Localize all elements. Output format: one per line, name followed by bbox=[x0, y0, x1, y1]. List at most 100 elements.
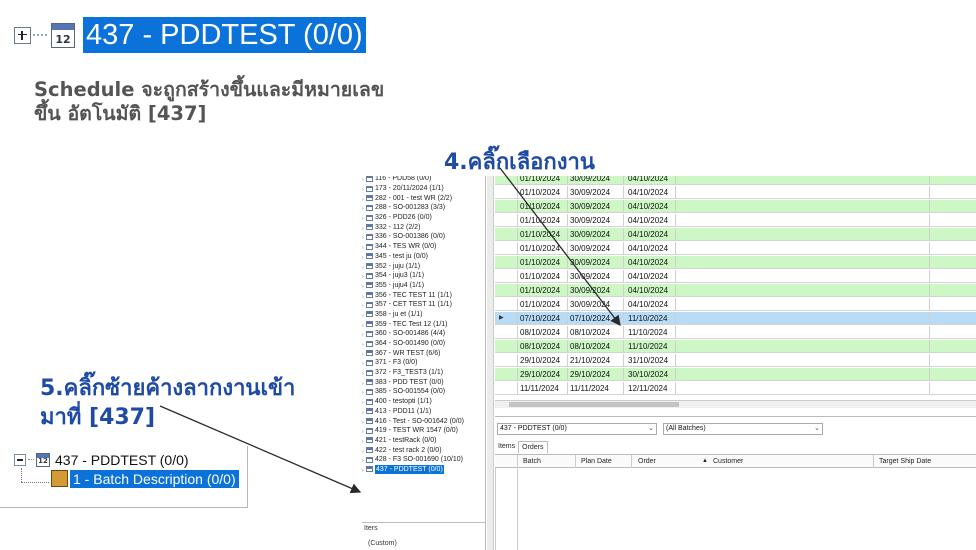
tree-item[interactable]: › 336 - SO-001386 (0/0) bbox=[362, 232, 485, 242]
schedule-node-label[interactable]: 437 - PDDTEST (0/0) bbox=[83, 17, 366, 53]
expand-icon[interactable]: › bbox=[362, 389, 365, 396]
grid-row[interactable]: 01/10/2024 30/09/2024 04/10/2024 bbox=[495, 256, 976, 269]
tree-item[interactable]: › 345 - test ju (0/0) bbox=[362, 252, 485, 262]
tab-orders[interactable]: Orders bbox=[518, 441, 548, 453]
grid-row[interactable]: 01/10/2024 30/09/2024 04/10/2024 bbox=[495, 298, 976, 311]
tree-item[interactable]: › 332 - 112 (2/2) bbox=[362, 222, 485, 232]
expand-icon[interactable]: › bbox=[362, 273, 365, 280]
tree-item[interactable]: › 428 - F3 SO-001690 (10/10) bbox=[362, 455, 485, 465]
expand-icon[interactable]: › bbox=[362, 196, 365, 203]
grid-row[interactable]: 01/10/2024 30/09/2024 04/10/2024 bbox=[495, 228, 976, 241]
calendar-icon: 12 bbox=[36, 452, 50, 467]
tree-item[interactable]: › 344 - TES WR (0/0) bbox=[362, 242, 485, 252]
expand-icon[interactable]: › bbox=[362, 322, 365, 329]
tree-item[interactable]: › 288 - SO-001283 (3/3) bbox=[362, 203, 485, 213]
col-target-ship-date[interactable]: Target Ship Date bbox=[879, 455, 931, 468]
schedule-tree[interactable]: › 116 - PDD58 (0/0) › 173 - 20/11/2024 (1/1… bbox=[362, 176, 486, 522]
grid-row[interactable]: 11/11/2024 11/11/2024 12/11/2024 bbox=[495, 382, 976, 395]
expand-icon[interactable]: › bbox=[362, 370, 365, 377]
tree-item[interactable]: › 385 - SO-001554 (0/0) bbox=[362, 387, 485, 397]
horizontal-scrollbar[interactable] bbox=[495, 400, 976, 408]
col-batch[interactable]: Batch bbox=[523, 455, 541, 468]
col-order[interactable]: Order bbox=[638, 455, 656, 468]
tree-item[interactable]: › 360 - SO-001486 (4/4) bbox=[362, 329, 485, 339]
tree-item[interactable]: › 357 - CET TEST 11 (1/1) bbox=[362, 300, 485, 310]
schedule-select[interactable]: 437 - PDDTEST (0/0) ⌄ bbox=[497, 423, 657, 435]
tree-item[interactable]: › 326 - PDD26 (0/0) bbox=[362, 213, 485, 223]
col-plan-date[interactable]: Plan Date bbox=[581, 455, 612, 468]
grid-row[interactable]: 08/10/2024 08/10/2024 11/10/2024 bbox=[495, 326, 976, 339]
sort-asc-icon: ▲ bbox=[702, 458, 708, 464]
grid-row[interactable]: 01/10/2024 30/09/2024 04/10/2024 bbox=[495, 200, 976, 213]
tree-item[interactable]: › 116 - PDD58 (0/0) bbox=[362, 176, 485, 184]
batch-select[interactable]: (All Batches) ⌄ bbox=[663, 423, 823, 435]
tree-item[interactable]: › 437 - PDDTEST (0/0) bbox=[362, 464, 485, 475]
expand-icon[interactable]: › bbox=[362, 360, 365, 367]
expand-icon[interactable]: › bbox=[362, 351, 365, 358]
result-schedule-node[interactable]: 12 437 - PDDTEST (0/0) bbox=[14, 451, 189, 468]
grid-row[interactable]: 01/10/2024 30/09/2024 04/10/2024 bbox=[495, 214, 976, 227]
tree-item[interactable]: › 354 - juju3 (1/1) bbox=[362, 271, 485, 281]
expand-icon[interactable]: › bbox=[362, 254, 365, 261]
expand-icon[interactable]: › bbox=[362, 264, 365, 271]
collapse-minus-icon[interactable] bbox=[14, 453, 26, 466]
expand-icon[interactable]: › bbox=[362, 457, 365, 464]
expand-icon[interactable]: › bbox=[362, 283, 365, 290]
tree-item[interactable]: › 371 - F3 (0/0) bbox=[362, 358, 485, 368]
expand-icon[interactable]: › bbox=[362, 438, 365, 445]
tree-item[interactable]: › 419 - TEST WR 1547 (0/0) bbox=[362, 426, 485, 436]
grid-row[interactable]: ▶ 07/10/2024 07/10/2024 11/10/2024 bbox=[495, 312, 976, 325]
tree-item[interactable]: › 400 - testopti (1/1) bbox=[362, 397, 485, 407]
grid-row[interactable]: 01/10/2024 30/09/2024 04/10/2024 bbox=[495, 284, 976, 297]
grid-row[interactable]: 01/10/2024 30/09/2024 04/10/2024 bbox=[495, 270, 976, 283]
expand-icon[interactable]: › bbox=[362, 467, 365, 474]
tree-item[interactable]: › 364 - SO-001490 (0/0) bbox=[362, 339, 485, 349]
expand-icon[interactable]: › bbox=[362, 215, 365, 222]
splitter[interactable] bbox=[487, 176, 494, 550]
tree-item[interactable]: › 421 - testRack (0/0) bbox=[362, 436, 485, 446]
expand-icon[interactable]: › bbox=[362, 409, 365, 416]
tree-item[interactable]: › 372 - F3_TEST3 (1/1) bbox=[362, 368, 485, 378]
expand-icon[interactable]: › bbox=[362, 225, 365, 232]
expand-icon[interactable]: › bbox=[362, 234, 365, 241]
tree-item[interactable]: › 359 - TEC Test 12 (1/1) bbox=[362, 319, 485, 329]
grid-row[interactable]: 29/10/2024 29/10/2024 30/10/2024 bbox=[495, 368, 976, 381]
tab-items[interactable]: Items bbox=[495, 441, 518, 453]
tree-item[interactable]: › 173 - 20/11/2024 (1/1) bbox=[362, 184, 485, 194]
expand-icon[interactable]: › bbox=[362, 428, 365, 435]
expand-icon[interactable]: › bbox=[362, 331, 365, 338]
tree-item[interactable]: › 413 - PDD11 (1/1) bbox=[362, 407, 485, 417]
grid-row[interactable]: 01/10/2024 30/09/2024 04/10/2024 bbox=[495, 176, 976, 185]
expand-icon[interactable]: › bbox=[362, 448, 365, 455]
expand-icon[interactable]: › bbox=[362, 312, 365, 319]
grid-row[interactable]: 29/10/2024 21/10/2024 31/10/2024 bbox=[495, 354, 976, 367]
tree-item[interactable]: › 352 - juju (1/1) bbox=[362, 261, 485, 271]
grid-row[interactable]: 08/10/2024 08/10/2024 11/10/2024 bbox=[495, 340, 976, 353]
tree-item[interactable]: › 367 - WR TEST (6/6) bbox=[362, 348, 485, 358]
tree-item[interactable]: › 383 - PDD TEST (0/0) bbox=[362, 377, 485, 387]
expand-icon[interactable]: › bbox=[362, 293, 365, 300]
expand-plus-icon[interactable] bbox=[14, 26, 31, 44]
expand-icon[interactable]: › bbox=[362, 176, 365, 183]
expand-icon[interactable]: › bbox=[362, 341, 365, 348]
tree-item[interactable]: › 355 - juju4 (1/1) bbox=[362, 281, 485, 291]
col-customer[interactable]: Customer bbox=[713, 455, 743, 468]
zoomed-schedule-node[interactable]: 12 437 - PDDTEST (0/0) bbox=[14, 15, 366, 55]
tree-item[interactable]: › 358 - ju et (1/1) bbox=[362, 310, 485, 320]
tree-item[interactable]: › 282 - 001 - test WR (2/2) bbox=[362, 193, 485, 203]
tree-item[interactable]: › 356 - TEC TEST 11 (1/1) bbox=[362, 290, 485, 300]
tree-item[interactable]: › 416 - Test - SO-001642 (0/0) bbox=[362, 416, 485, 426]
tree-item[interactable]: › 422 - test rack 2 (0/0) bbox=[362, 445, 485, 455]
grid-row[interactable]: 01/10/2024 30/09/2024 04/10/2024 bbox=[495, 242, 976, 255]
expand-icon[interactable]: › bbox=[362, 302, 365, 309]
expand-icon[interactable]: › bbox=[362, 399, 365, 406]
expand-icon[interactable]: › bbox=[362, 186, 365, 193]
expand-icon[interactable]: › bbox=[362, 419, 365, 426]
expand-icon[interactable]: › bbox=[362, 244, 365, 251]
expand-icon[interactable]: › bbox=[362, 380, 365, 387]
batch-node-label[interactable]: 1 - Batch Description (0/0) bbox=[70, 470, 239, 488]
scrollbar-thumb[interactable] bbox=[509, 402, 679, 407]
grid-row[interactable]: 01/10/2024 30/09/2024 04/10/2024 bbox=[495, 186, 976, 199]
expand-icon[interactable]: › bbox=[362, 205, 365, 212]
items-panel-value[interactable]: (Custom) bbox=[368, 540, 397, 547]
